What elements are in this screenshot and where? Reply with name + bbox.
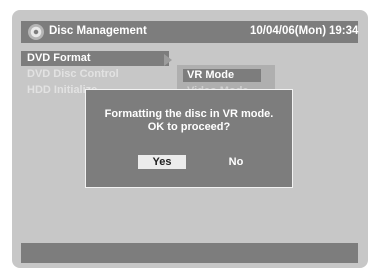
page-title: Disc Management [49,25,147,37]
screen: Disc Management 10/04/06(Mon) 19:34 DVD … [12,10,368,268]
dialog-message-line2: OK to proceed? [147,121,231,133]
menu-item-dvd-format[interactable]: DVD Format [21,51,169,66]
submenu-item-vr-mode[interactable]: VR Mode [183,69,261,82]
status-bar [21,243,358,263]
disc-icon [28,24,44,40]
no-button[interactable]: No [214,155,258,169]
dialog-message: Formatting the disc in VR mode. OK to pr… [86,108,292,134]
confirm-dialog: Formatting the disc in VR mode. OK to pr… [85,89,293,188]
time-display: 19:34 [329,25,359,37]
tv-bezel: Disc Management 10/04/06(Mon) 19:34 DVD … [0,0,378,278]
date-display: 10/04/06(Mon) [250,25,327,37]
title-bar: Disc Management 10/04/06(Mon) 19:34 [21,21,358,43]
yes-button[interactable]: Yes [138,155,186,169]
submenu-arrow-icon [164,54,172,66]
menu-item-dvd-disc-control[interactable]: DVD Disc Control [21,67,169,82]
dialog-message-line1: Formatting the disc in VR mode. [104,108,274,120]
